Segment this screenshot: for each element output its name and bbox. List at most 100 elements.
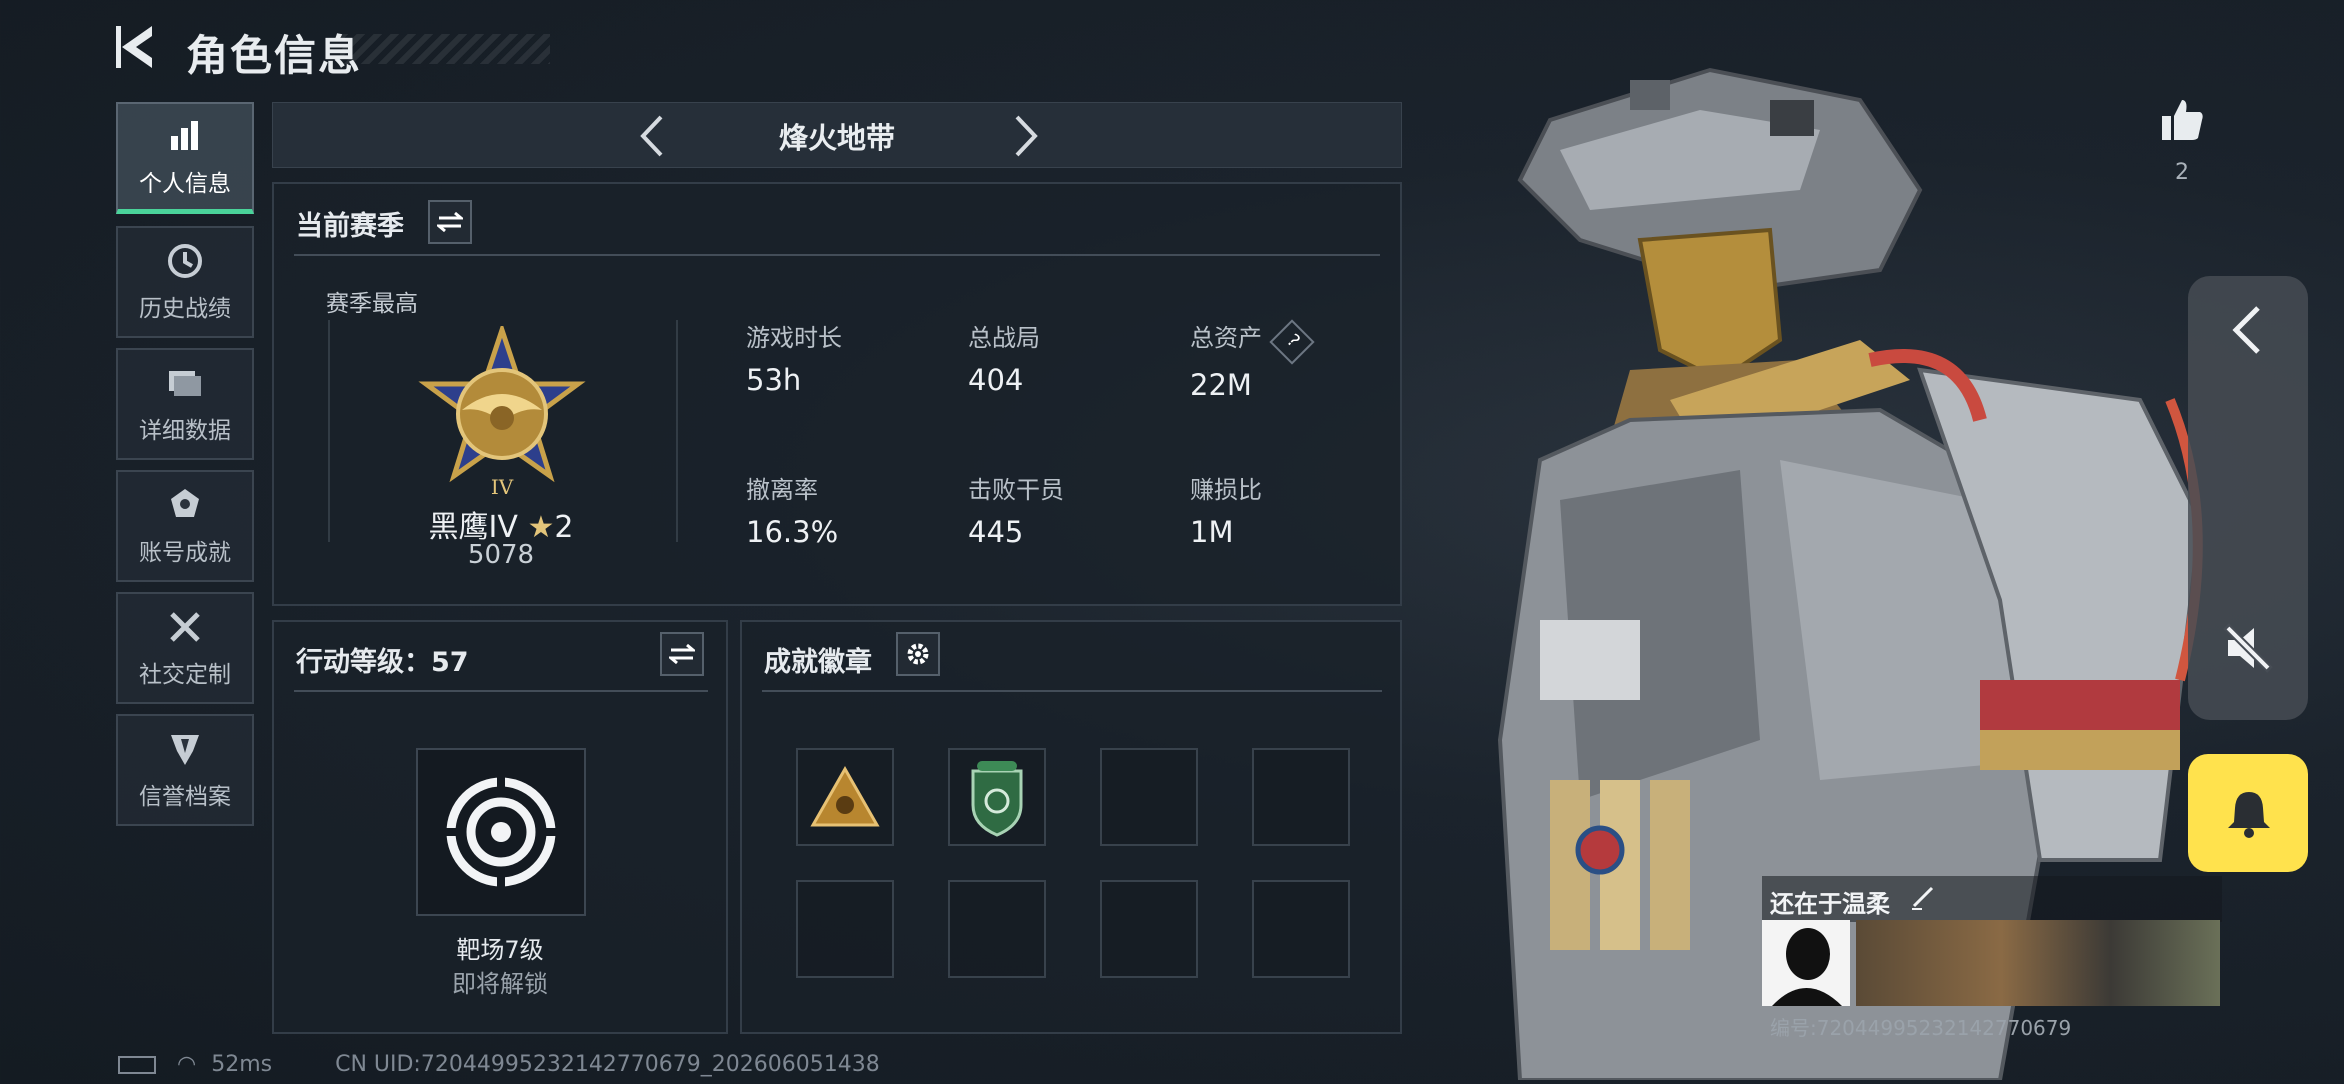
mode-selector: 烽火地带 <box>272 102 1402 168</box>
like-count: 2 <box>2175 160 2189 185</box>
stat-label: 击败干员 <box>968 476 1064 504</box>
avatar-silhouette <box>1772 928 1842 1006</box>
speaker-muted-icon <box>2223 623 2273 673</box>
badge-slot[interactable] <box>1252 748 1350 846</box>
divider <box>294 254 1380 256</box>
stat-label: 总战局 <box>968 324 1040 352</box>
badge-slot[interactable] <box>948 748 1046 846</box>
sidebar-item-achievements[interactable]: 账号成就 <box>116 470 254 582</box>
battery-icon <box>118 1056 156 1074</box>
action-level-title: 行动等级：57 <box>296 647 469 678</box>
player-id: 编号:72044995232142770679 <box>1770 1016 2072 1040</box>
pencil-icon <box>1912 886 1934 910</box>
achievements-panel: 成就徽章 <box>740 620 1402 1034</box>
ping-value: 52ms <box>211 1052 273 1077</box>
stat-label: 撤离率 <box>746 476 818 504</box>
stat-value: 445 <box>968 515 1024 549</box>
triangle-badge-icon <box>810 765 880 827</box>
stat-profit-ratio: 赚损比 1M <box>1190 470 1262 549</box>
badge-slot[interactable] <box>796 880 894 978</box>
badge-slot[interactable] <box>1252 880 1350 978</box>
player-avatar[interactable] <box>1762 920 1850 1006</box>
stat-playtime: 游戏时长 53h <box>746 318 842 397</box>
badge-slot[interactable] <box>796 748 894 846</box>
notification-button[interactable] <box>2188 754 2308 872</box>
sidebar-item-label: 个人信息 <box>139 170 231 197</box>
shield-icon <box>171 735 199 765</box>
badge-slot[interactable] <box>1100 880 1198 978</box>
side-control-panel <box>2188 276 2308 720</box>
stat-value: 53h <box>746 363 802 397</box>
sidebar-item-details[interactable]: 详细数据 <box>116 348 254 460</box>
unlock-item-status: 即将解锁 <box>452 970 548 998</box>
folder-icon <box>169 371 201 396</box>
sidebar-item-history[interactable]: 历史战绩 <box>116 226 254 338</box>
sidebar-item-label: 信誉档案 <box>139 784 231 810</box>
bar-chart-icon <box>171 120 198 150</box>
action-level-panel: 行动等级：57 靶场7级 即将解锁 <box>272 620 728 1034</box>
svg-text:IV: IV <box>491 475 514 499</box>
gear-icon <box>907 643 929 665</box>
player-banner[interactable] <box>1856 920 2220 1006</box>
sidebar-item-label: 社交定制 <box>139 662 231 688</box>
badge-slot[interactable] <box>948 880 1046 978</box>
unlock-item-tile[interactable] <box>416 748 586 916</box>
stat-assets: 总资产 ? 22M <box>1190 318 1315 402</box>
edit-name-button[interactable] <box>1908 882 1938 916</box>
mode-name: 烽火地带 <box>778 121 895 155</box>
sidebar-item-reputation[interactable]: 信誉档案 <box>116 714 254 826</box>
sidebar-item-social[interactable]: 社交定制 <box>116 592 254 704</box>
stat-label: 赚损比 <box>1190 476 1262 504</box>
player-name: 还在于温柔 <box>1770 890 1890 918</box>
season-best-label: 赛季最高 <box>326 291 418 317</box>
stat-label-row: 总资产 ? <box>1190 318 1315 365</box>
uid-text: CN UID:72044995232142770679_202606051438 <box>335 1052 880 1077</box>
title-decoration <box>340 34 550 64</box>
like-button[interactable] <box>2158 96 2206 144</box>
sidebar-item-profile[interactable]: 个人信息 <box>116 102 254 214</box>
stat-value: 22M <box>1190 368 1252 402</box>
green-shield-badge-icon <box>971 761 1023 837</box>
swap-icon <box>669 643 695 665</box>
eagle-medal-icon: IV <box>418 322 586 499</box>
unlock-item-name: 靶场7级 <box>456 936 544 964</box>
thumbs-up-icon <box>2162 100 2203 140</box>
swap-icon <box>437 211 463 233</box>
clock-icon <box>168 244 202 278</box>
stat-matches: 总战局 404 <box>968 318 1040 397</box>
target-icon <box>443 774 559 890</box>
stat-value: 16.3% <box>746 515 839 549</box>
action-level-switch-button[interactable] <box>660 632 704 676</box>
sidebar-item-label: 详细数据 <box>139 418 231 444</box>
tools-icon <box>170 612 200 642</box>
badge-slot[interactable] <box>1100 748 1198 846</box>
page-title: 角色信息 <box>186 31 363 80</box>
season-panel: 当前赛季 赛季最高 IV 黑鹰IV ★2 5078 游戏时长 53h 总战局 4… <box>272 182 1402 606</box>
bell-icon <box>2228 792 2270 838</box>
mute-button[interactable] <box>2222 622 2274 678</box>
stat-value: 1M <box>1190 515 1234 549</box>
divider <box>762 690 1382 692</box>
chevron-right-icon <box>1015 115 1038 157</box>
stat-kills: 击败干员 445 <box>968 470 1064 549</box>
season-switch-button[interactable] <box>428 200 472 244</box>
stat-label: 总资产 <box>1190 324 1262 352</box>
collapse-button[interactable] <box>2224 302 2272 362</box>
chevron-left-icon <box>2232 306 2260 354</box>
divider <box>294 690 708 692</box>
season-title: 当前赛季 <box>296 211 404 242</box>
achievements-title: 成就徽章 <box>764 647 872 678</box>
rank-badge: IV <box>412 322 592 506</box>
stat-extract-rate: 撤离率 16.3% <box>746 470 838 549</box>
status-bar: ◠ 52ms CN UID:72044995232142770679_20260… <box>118 1052 880 1077</box>
stat-value: 404 <box>968 363 1024 397</box>
wifi-icon: ◠ <box>177 1052 197 1077</box>
stat-label: 游戏时长 <box>746 324 842 352</box>
next-mode-button[interactable] <box>1005 113 1045 163</box>
achievements-settings-button[interactable] <box>896 632 940 676</box>
back-arrow-icon <box>116 26 152 68</box>
sidebar-item-label: 历史战绩 <box>139 296 231 322</box>
help-icon[interactable]: ? <box>1269 319 1315 365</box>
back-button[interactable] <box>112 22 162 72</box>
medal-icon <box>171 489 199 517</box>
